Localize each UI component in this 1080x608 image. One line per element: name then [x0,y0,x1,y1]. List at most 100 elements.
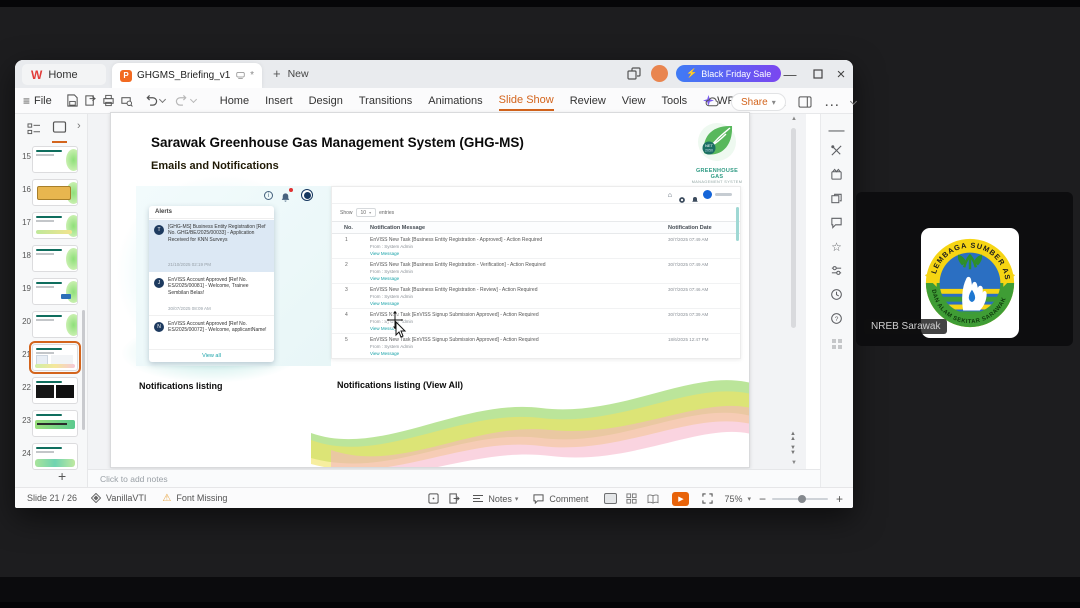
scroll-up-icon[interactable]: ▲ [791,116,797,122]
notes-pane[interactable]: Click to add notes [88,469,820,487]
slide-thumb-20[interactable] [32,311,78,338]
slide-thumb-24[interactable] [32,443,78,470]
settings-sliders-icon[interactable] [820,264,853,277]
close-button[interactable]: × [830,64,852,84]
row-message: EnVISS New Task [Business Entity Registr… [370,237,543,243]
undo-icon[interactable] [142,92,160,110]
table-row[interactable]: 1 EnVISS New Task [Business Entity Regis… [332,234,740,259]
comment-button[interactable]: Comment [549,494,588,504]
normal-view-icon[interactable] [604,493,618,504]
task-window-icon[interactable] [796,93,814,111]
editor-scrollbar[interactable]: ▲ ▲ ▲ ▼ ▼ ▼ [788,116,800,466]
notes-toggle[interactable]: Notes [488,494,512,504]
participant-video-tile[interactable]: LEMBAGA SUMBER ASLI DAN ALAM SEKITAR SAR… [856,192,1073,346]
slide-thumb-18[interactable] [32,245,78,272]
output-icon[interactable] [82,92,100,110]
layers-icon[interactable] [820,192,853,205]
maximize-button[interactable] [807,64,829,84]
print-icon[interactable] [100,92,118,110]
menu-home[interactable]: Home [220,92,249,110]
undo-dropdown-icon[interactable] [158,95,166,104]
table-row[interactable]: 2 EnVISS New Task [Business Entity Regis… [332,259,740,284]
view-all-link[interactable]: View all [149,349,274,359]
view-message-link[interactable]: View Message [370,351,399,356]
black-friday-sale-button[interactable]: ⚡ Black Friday Sale [676,65,782,82]
account-avatar[interactable] [651,65,668,82]
portal-scrollbar[interactable] [736,207,739,241]
zoom-slider-handle[interactable] [797,494,806,503]
merge-windows-icon[interactable] [627,67,641,86]
zoom-out-button[interactable]: − [759,492,766,506]
collapse-ribbon-icon[interactable] [849,97,857,105]
tab-home[interactable]: W Home [22,64,106,85]
alert-item[interactable]: N EnVISS Account Approved [Ref No. ES/20… [149,318,274,346]
menu-tools[interactable]: Tools [661,92,687,110]
file-menu[interactable]: File [34,95,52,107]
reading-view-icon[interactable] [647,493,659,504]
zoom-level[interactable]: 75% [724,494,742,504]
view-message-link[interactable]: View Message [370,251,399,256]
menu-animations[interactable]: Animations [428,92,482,110]
entries-select[interactable]: 10 ▾ [355,208,377,217]
tab-document[interactable]: P GHGMS_Briefing_v1.pptx * [112,63,262,88]
view-message-link[interactable]: View Message [370,276,399,281]
outline-view-icon[interactable] [27,122,41,140]
effects-icon[interactable] [820,168,853,181]
share-button[interactable]: Share ▾ [731,93,786,111]
slide-view-icon[interactable] [52,120,67,143]
minimize-button[interactable]: — [779,64,801,84]
menu-review[interactable]: Review [570,92,606,110]
slide-sorter-icon[interactable] [626,493,637,504]
apps-grid-icon[interactable] [820,338,853,350]
menu-view[interactable]: View [622,92,646,110]
cloud-sync-icon[interactable] [703,93,721,111]
previous-slide-icon[interactable]: ▲ ▲ [790,431,796,442]
menu-slide-show[interactable]: Slide Show [498,91,554,111]
design-tools-icon[interactable] [820,144,853,157]
menu-transitions[interactable]: Transitions [359,92,412,110]
help-icon[interactable]: ? [820,312,853,325]
slide-thumb-19[interactable] [32,278,78,305]
share-label: Share [741,96,768,108]
favorites-icon[interactable]: ☆ [820,240,853,254]
next-slide-icon[interactable]: ▼ ▼ [790,445,796,456]
table-row[interactable]: 3 EnVISS New Task [Business Entity Regis… [332,284,740,309]
font-missing-warning[interactable]: Font Missing [176,493,227,503]
menu-insert[interactable]: Insert [265,92,293,110]
history-icon[interactable] [820,288,853,301]
print-preview-icon[interactable] [118,92,136,110]
play-slideshow-button[interactable]: ▶ [672,491,690,506]
scrollbar-thumb[interactable] [791,128,796,328]
theme-name[interactable]: VanillaVTI [106,493,146,503]
notes-dropdown-icon[interactable]: ▾ [515,495,519,503]
new-tab-button[interactable]: + New [273,66,309,81]
more-options-icon[interactable]: … [824,93,841,111]
col-date: Notification Date [668,225,712,231]
slide-thumb-17[interactable] [32,212,78,239]
slide-canvas[interactable]: Sarawak Greenhouse Gas Management System… [110,112,750,468]
redo-dropdown-icon[interactable] [189,95,197,104]
zoom-dropdown-icon[interactable]: ▾ [747,495,751,503]
slide-thumb-21-selected[interactable] [29,341,81,374]
slide-thumb-23[interactable] [32,410,78,437]
slide-thumb-22[interactable] [32,377,78,404]
fit-slide-icon[interactable] [702,493,714,504]
slide-thumb-16[interactable] [32,179,78,206]
save-icon[interactable] [64,92,82,110]
zoom-in-button[interactable]: + [836,492,843,506]
expand-panel-icon[interactable]: › [77,120,81,132]
view-message-link[interactable]: View Message [370,301,399,306]
collapse-pane-icon[interactable]: — [820,122,853,140]
task-pane-icon[interactable] [428,493,439,504]
scroll-down-icon[interactable]: ▼ [791,460,797,466]
add-slide-button[interactable]: + [58,468,66,484]
comment-pane-icon[interactable] [820,216,853,229]
thumbnail-scrollbar[interactable] [82,310,85,430]
zoom-slider[interactable] [771,494,828,503]
alert-item[interactable]: T [GHG-MS] Business Entity Registration … [149,220,274,272]
redo-icon[interactable] [173,92,191,110]
alert-item[interactable]: J EnVISS Account Approved [Ref No. ES/20… [149,274,274,316]
handout-icon[interactable] [449,493,461,504]
slide-thumb-15[interactable] [32,146,78,173]
menu-design[interactable]: Design [309,92,343,110]
